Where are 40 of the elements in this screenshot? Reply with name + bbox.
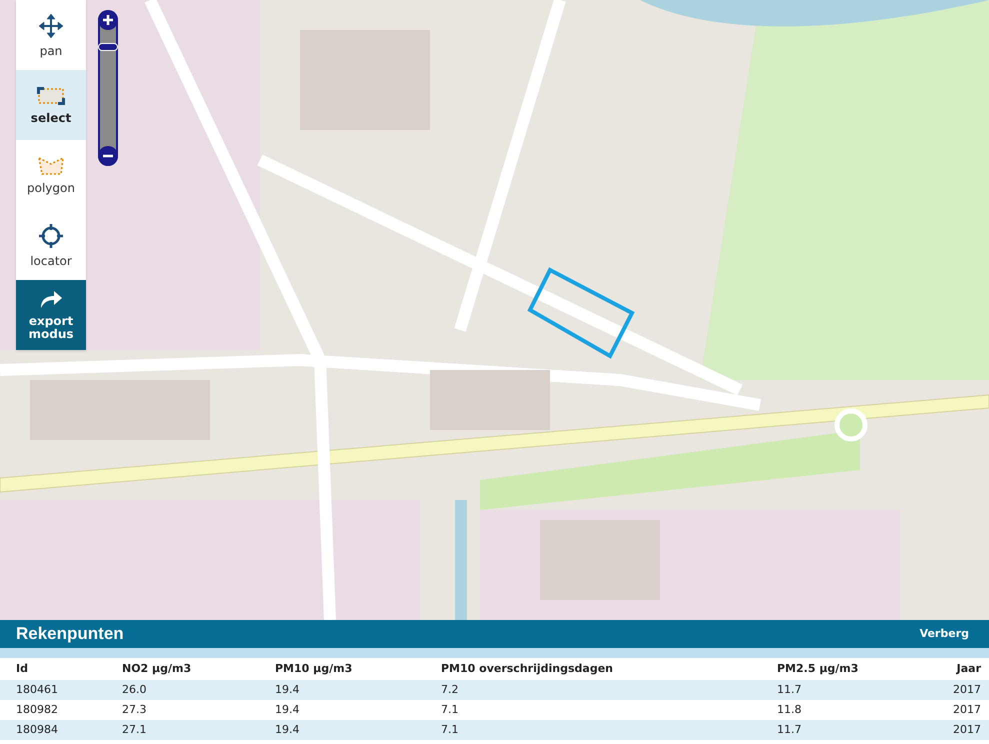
tool-button[interactable]: select bbox=[16, 70, 86, 140]
column-header: PM2.5 µg/m3 bbox=[777, 660, 860, 677]
tool-button[interactable]: locator bbox=[16, 210, 86, 280]
table-cell-text: 11.7 bbox=[777, 682, 802, 698]
table-cell-text: 7.1 bbox=[441, 722, 460, 738]
table-cell-text: 26.0 bbox=[122, 682, 148, 698]
column-header: Id bbox=[16, 660, 29, 677]
zoom-in-icon[interactable] bbox=[98, 10, 118, 30]
zoom-slider[interactable] bbox=[98, 10, 118, 166]
column-header: PM10 µg/m3 bbox=[275, 660, 354, 677]
table-cell-text: 19.4 bbox=[275, 722, 300, 738]
table-cell-text: 7.1 bbox=[441, 702, 460, 718]
zoom-thumb[interactable] bbox=[98, 43, 118, 52]
table-cell-text: 180461 bbox=[16, 682, 59, 698]
table-cell-text: 11.8 bbox=[777, 702, 802, 718]
crosshair-icon bbox=[38, 222, 64, 248]
zoom-out-icon[interactable] bbox=[98, 146, 118, 166]
tool-button[interactable]: polygon bbox=[16, 140, 86, 210]
hide-link[interactable]: Verberg bbox=[920, 626, 969, 642]
tool-button[interactable]: export modus bbox=[16, 280, 86, 350]
panel-title: Rekenpunten bbox=[16, 623, 124, 646]
column-header: NO2 µg/m3 bbox=[122, 660, 192, 677]
table-cell-text: 2017 bbox=[953, 702, 981, 718]
rectangle-select-icon bbox=[36, 86, 66, 106]
column-header: PM10 overschrijdingsdagen bbox=[441, 660, 614, 677]
table-cell-text: 11.7 bbox=[777, 722, 802, 738]
table-cell-text: 7.2 bbox=[441, 682, 460, 698]
table-cell-text: 27.3 bbox=[122, 702, 148, 718]
table-cell-text: 180982 bbox=[16, 702, 59, 718]
table-cell-text: 2017 bbox=[953, 722, 981, 738]
polygon-icon bbox=[37, 156, 65, 176]
move-icon bbox=[38, 12, 64, 38]
share-arrow-icon bbox=[39, 289, 63, 309]
table-cell-text: 19.4 bbox=[275, 702, 300, 718]
column-header: Jaar bbox=[956, 660, 981, 677]
table-cell-text: 180984 bbox=[16, 722, 59, 738]
tool-button[interactable]: pan bbox=[16, 0, 86, 70]
table-cell-text: 27.1 bbox=[122, 722, 148, 738]
table-cell-text: 19.4 bbox=[275, 682, 300, 698]
table-cell-text: 2017 bbox=[953, 682, 981, 698]
